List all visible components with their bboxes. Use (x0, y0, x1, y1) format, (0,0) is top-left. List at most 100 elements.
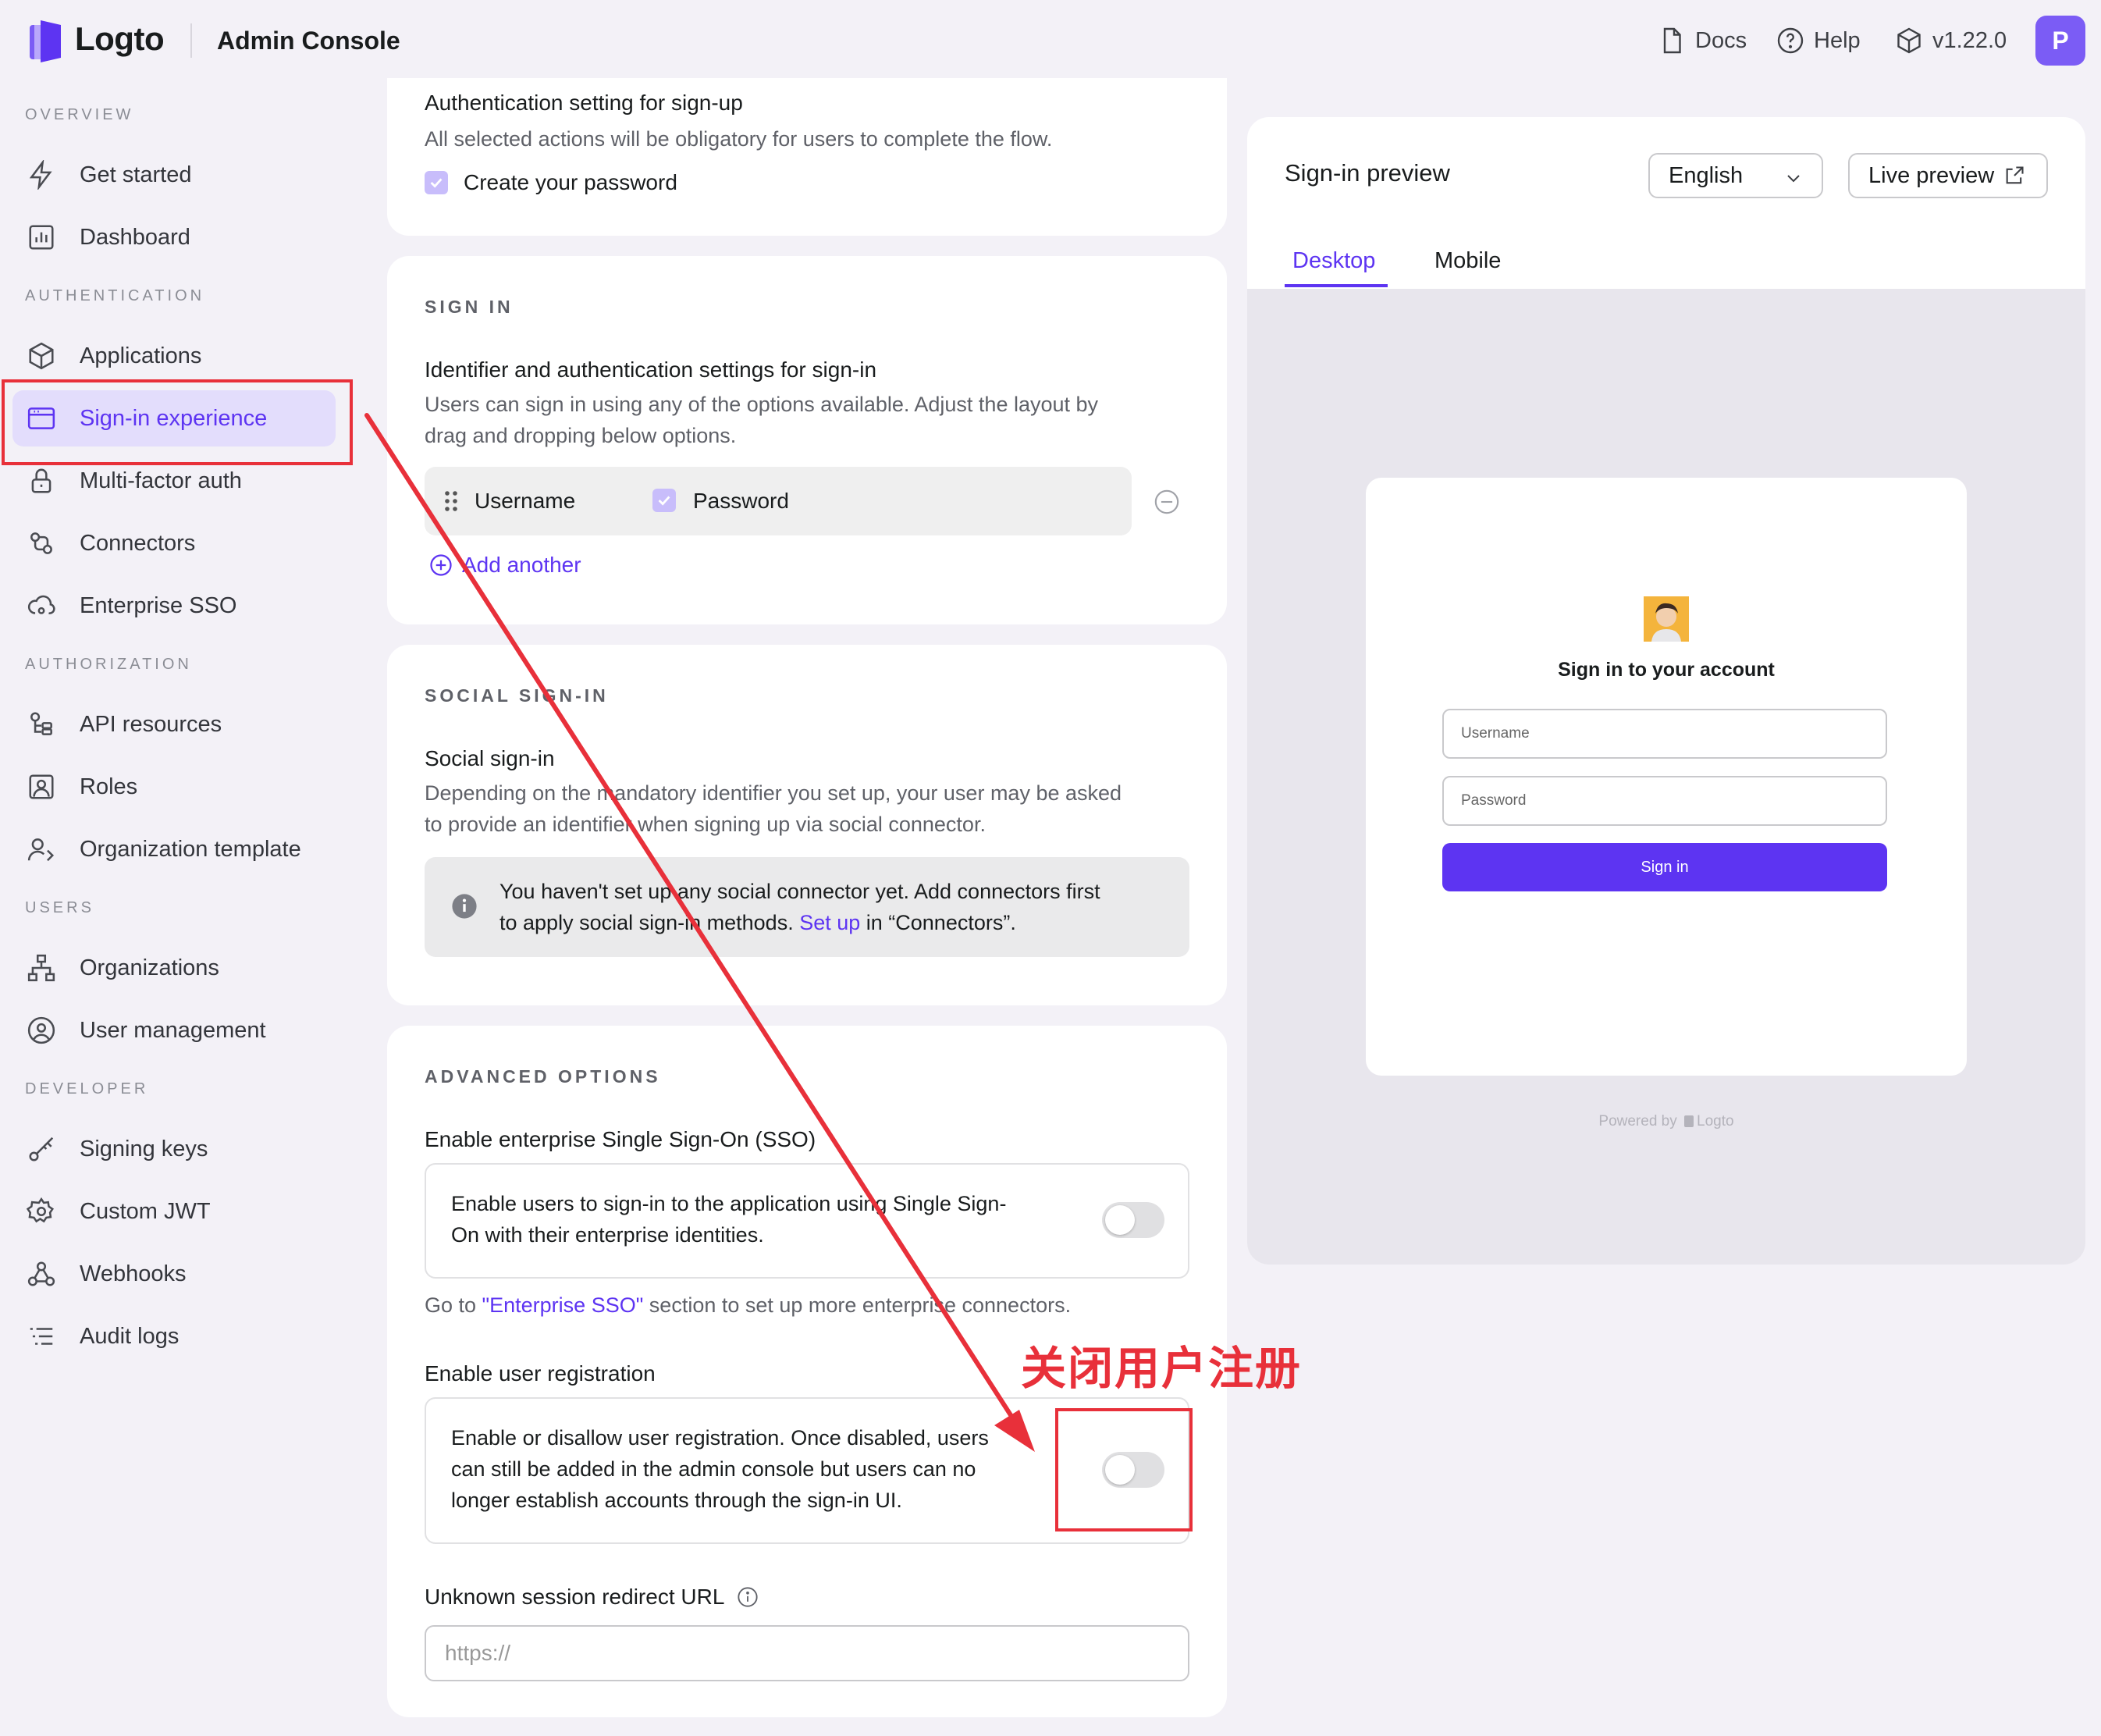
nav-section-authentication: AUTHENTICATION (25, 287, 205, 304)
chevron-down-icon (1787, 175, 1800, 183)
annotation-highlight-toggle (1055, 1408, 1193, 1531)
sidebar-item-organizations[interactable]: Organizations (12, 940, 336, 996)
live-preview-button[interactable]: Live preview (1848, 153, 2048, 198)
user-avatar[interactable]: P (2035, 16, 2085, 66)
sidebar-item-label: Custom JWT (80, 1198, 211, 1224)
lock-icon (31, 468, 52, 493)
sidebar-item-label: Enterprise SSO (80, 592, 237, 618)
user-settings-icon (27, 838, 55, 862)
version-badge[interactable]: v1.22.0 (1895, 27, 2007, 55)
signup-settings-card: Authentication setting for sign-up All s… (387, 78, 1227, 236)
sidebar-item-label: Audit logs (80, 1323, 180, 1349)
sso-toggle[interactable] (1102, 1202, 1164, 1238)
sso-desc-line1: Enable users to sign-in to the applicati… (451, 1192, 1007, 1215)
bar-chart-icon (29, 225, 54, 250)
signup-auth-title: Authentication setting for sign-up (425, 91, 743, 115)
sidebar-item-roles[interactable]: Roles (12, 759, 336, 815)
sign-in-desc-line2: drag and dropping below options. (425, 424, 737, 447)
notice-text-b: in “Connectors”. (860, 911, 1016, 934)
sso-hint-a: Go to (425, 1293, 482, 1317)
help-circle-icon (1777, 27, 1804, 54)
sidebar-item-audit-logs[interactable]: Audit logs (12, 1308, 336, 1364)
nav-section-developer: DEVELOPER (25, 1080, 149, 1097)
plus-circle-icon (430, 554, 452, 576)
sso-toggle-box: Enable users to sign-in to the applicati… (425, 1163, 1189, 1279)
annotation-highlight-sidebar (2, 379, 353, 465)
redirect-url-label-row: Unknown session redirect URL (425, 1585, 759, 1610)
sidebar-item-webhooks[interactable]: Webhooks (12, 1246, 336, 1302)
powered-by-brand: Logto (1697, 1113, 1734, 1129)
powered-by: Powered by Logto (1247, 1113, 2085, 1130)
enterprise-sso-link[interactable]: "Enterprise SSO" (482, 1293, 644, 1317)
password-checkbox[interactable] (652, 489, 676, 512)
create-password-checkbox[interactable] (425, 171, 448, 194)
api-resources-icon (30, 712, 52, 735)
tab-mobile[interactable]: Mobile (1434, 248, 1501, 274)
remove-circle-icon[interactable] (1154, 489, 1180, 515)
preview-password-input[interactable]: Password (1442, 776, 1887, 826)
sidebar-item-signing-keys[interactable]: Signing keys (12, 1121, 336, 1177)
language-value: English (1669, 162, 1744, 188)
list-icon (30, 1328, 53, 1345)
sidebar-item-label: User management (80, 1017, 266, 1043)
lightning-icon (29, 160, 52, 190)
toggle-knob (1105, 1205, 1135, 1235)
preview-username-input[interactable]: Username (1442, 709, 1887, 759)
cloud-key-icon (27, 595, 55, 614)
key-icon (29, 1137, 54, 1161)
sidebar-item-label: Organizations (80, 955, 219, 980)
sso-title: Enable enterprise Single Sign-On (SSO) (425, 1127, 816, 1151)
sidebar-item-get-started[interactable]: Get started (12, 147, 336, 203)
sidebar-item-label: Connectors (80, 530, 196, 556)
nav-section-overview: OVERVIEW (25, 106, 134, 123)
language-select[interactable]: English (1648, 153, 1823, 198)
sidebar-item-label: Webhooks (80, 1261, 187, 1286)
app-title: Admin Console (217, 27, 400, 55)
sidebar-item-organization-template[interactable]: Organization template (12, 821, 336, 877)
powered-by-text: Powered by (1598, 1113, 1677, 1129)
social-connector-notice: You haven't set up any social connector … (425, 857, 1189, 957)
avatar-image-icon (1644, 596, 1689, 642)
sidebar-item-applications[interactable]: Applications (12, 328, 336, 384)
sign-in-card: SIGN IN Identifier and authentication se… (387, 256, 1227, 624)
sign-in-settings-title: Identifier and authentication settings f… (425, 358, 877, 382)
create-password-checkbox-row[interactable]: Create your password (425, 170, 677, 195)
sidebar-item-connectors[interactable]: Connectors (12, 515, 336, 571)
redirect-url-title: Unknown session redirect URL (425, 1585, 725, 1609)
help-link[interactable]: Help (1776, 27, 1861, 55)
sidebar-item-label: Roles (80, 774, 138, 799)
add-another-button[interactable]: Add another (429, 553, 581, 578)
sidebar-item-custom-jwt[interactable]: Custom JWT (12, 1183, 336, 1240)
external-link-icon (2006, 166, 2024, 184)
sidebar-item-user-management[interactable]: User management (12, 1002, 336, 1058)
cube-icon (1897, 27, 1921, 54)
sidebar-item-dashboard[interactable]: Dashboard (12, 209, 336, 265)
sidebar-item-label: Get started (80, 162, 192, 187)
set-up-link[interactable]: Set up (799, 911, 860, 934)
webhook-icon (27, 1261, 55, 1286)
sso-hint: Go to "Enterprise SSO" section to set up… (425, 1290, 1071, 1321)
social-desc-line1: Depending on the mandatory identifier yo… (425, 781, 1122, 805)
social-sign-in-card: SOCIAL SIGN-IN Social sign-in Depending … (387, 645, 1227, 1005)
gear-icon (27, 1197, 55, 1223)
sidebar-item-api-resources[interactable]: API resources (12, 696, 336, 752)
signup-auth-desc: All selected actions will be obligatory … (425, 127, 1053, 151)
sso-hint-b: section to set up more enterprise connec… (643, 1293, 1072, 1317)
preview-heading: Sign in to your account (1558, 659, 1775, 681)
docs-link[interactable]: Docs (1658, 27, 1747, 55)
notice-line1: You haven't set up any social connector … (499, 880, 1100, 903)
registration-title: Enable user registration (425, 1361, 656, 1386)
social-section-title: SOCIAL SIGN-IN (425, 685, 609, 706)
connectors-icon (30, 532, 52, 554)
redirect-url-input[interactable]: https:// (425, 1625, 1189, 1681)
identifier-row[interactable]: Username Password (425, 467, 1132, 535)
sidebar-item-enterprise-sso[interactable]: Enterprise SSO (12, 578, 336, 634)
tab-desktop[interactable]: Desktop (1292, 248, 1375, 274)
social-title: Social sign-in (425, 746, 555, 770)
sidebar-item-label: Dashboard (80, 224, 190, 250)
info-icon (452, 894, 477, 919)
info-icon[interactable] (737, 1586, 759, 1608)
drag-handle-icon[interactable] (443, 489, 459, 514)
preview-sign-in-card: Sign in to your account Username Passwor… (1366, 478, 1967, 1076)
preview-sign-in-button[interactable]: Sign in (1442, 843, 1887, 891)
